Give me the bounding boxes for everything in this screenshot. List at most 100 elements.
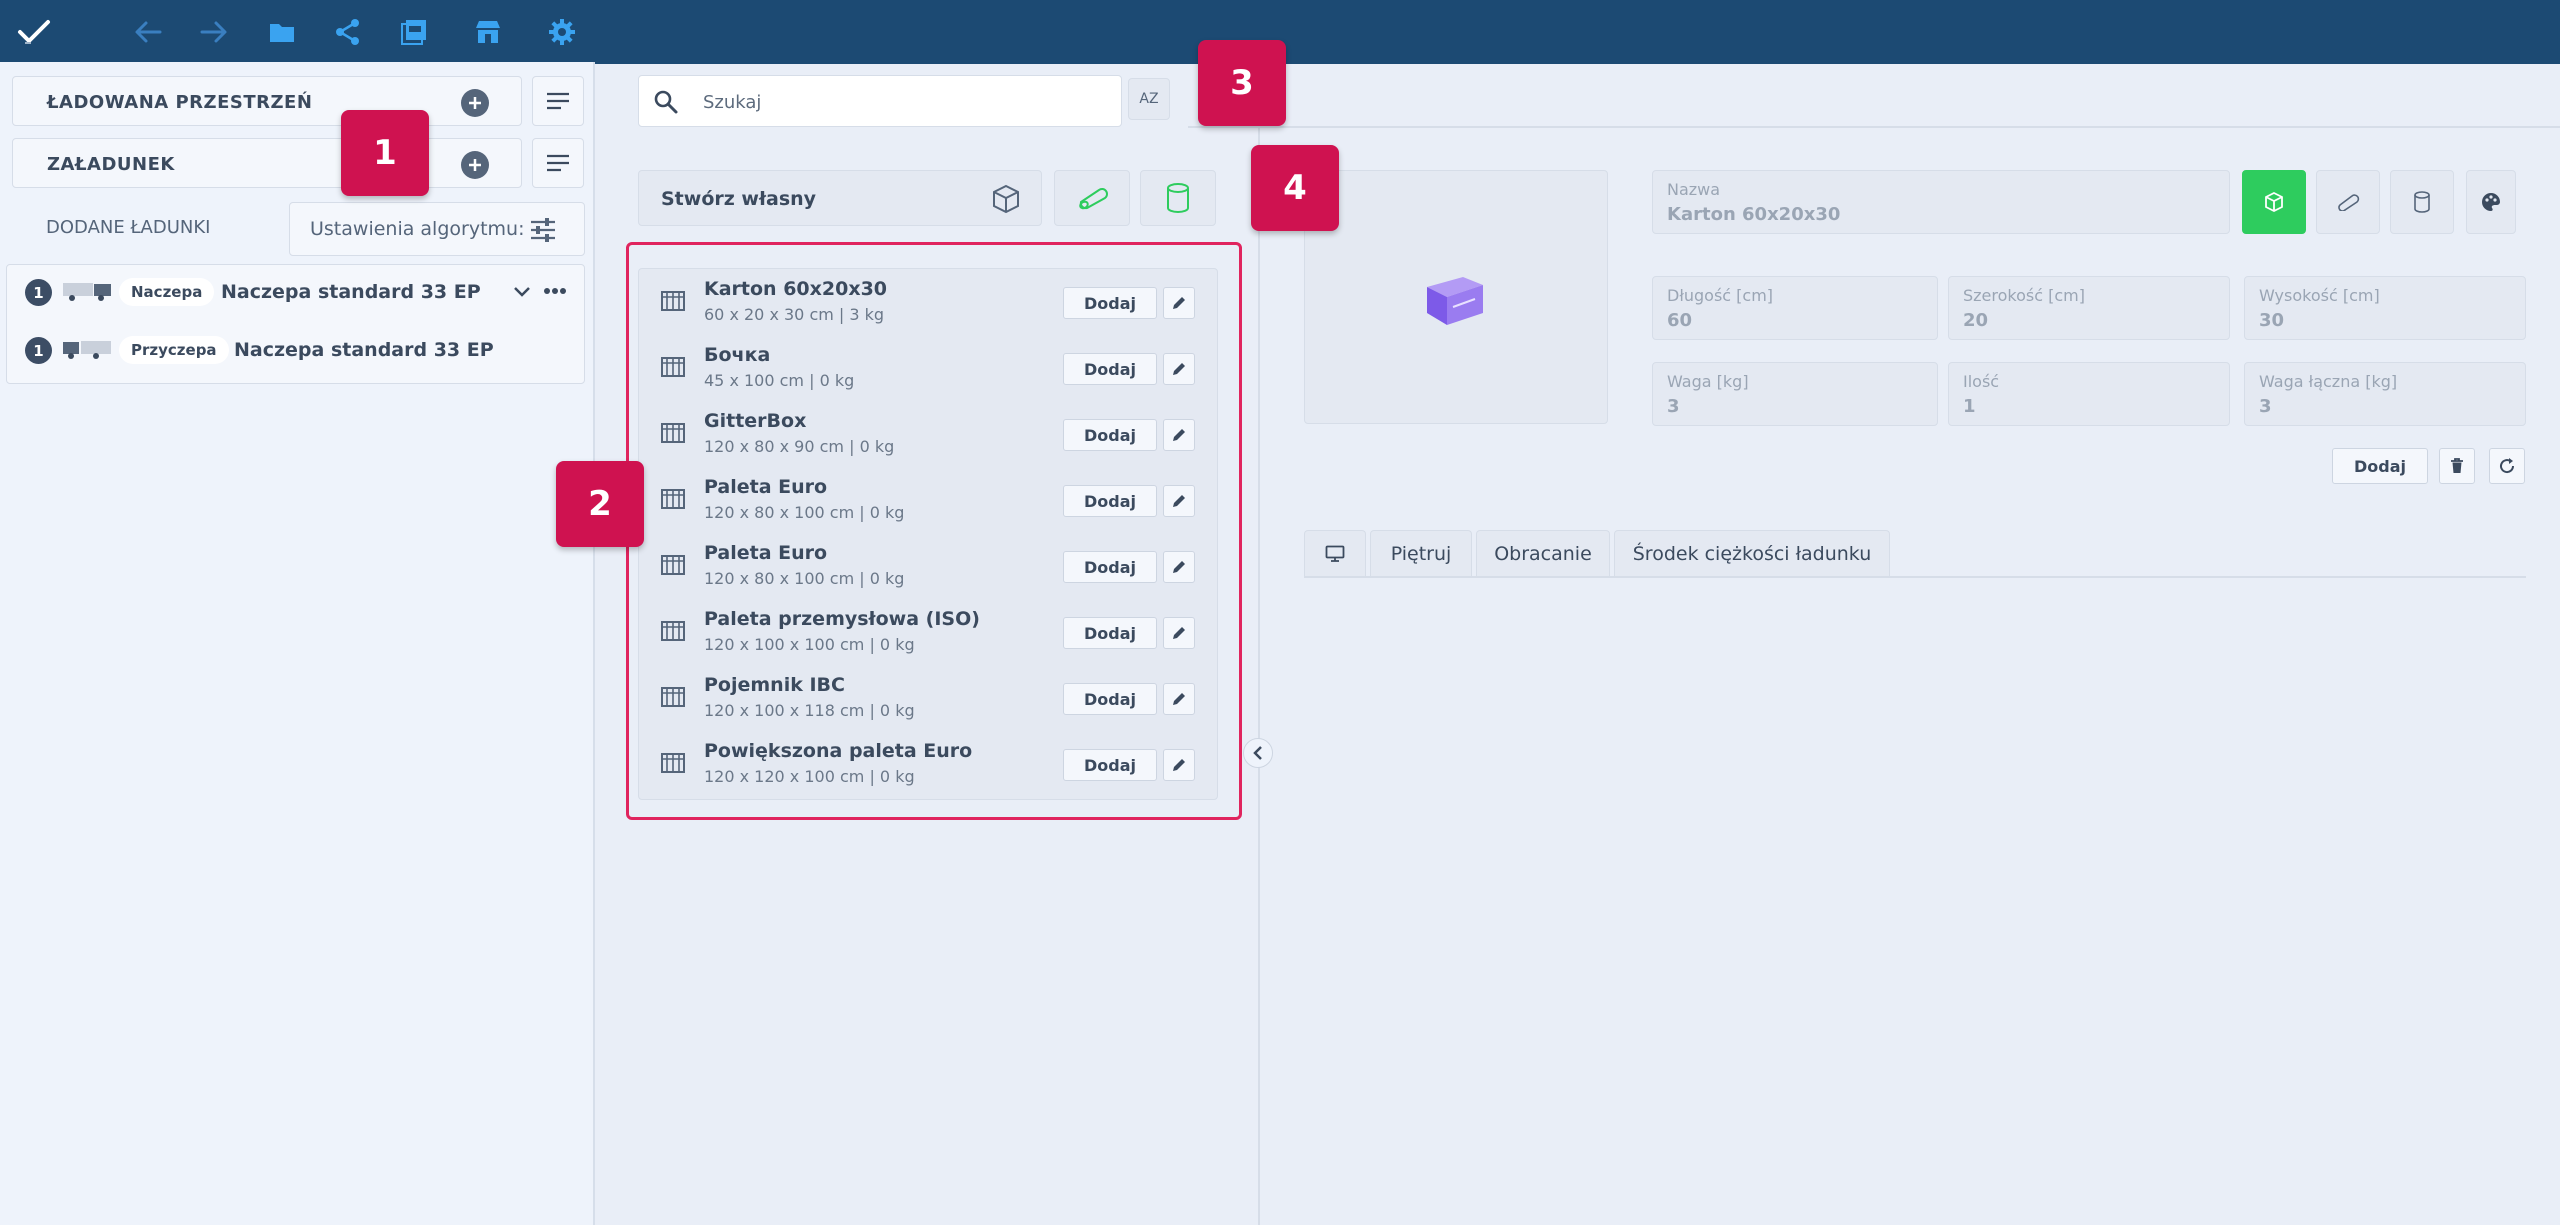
sliders-icon xyxy=(531,218,555,242)
length-field[interactable]: Długość [cm] 60 xyxy=(1652,276,1938,340)
weight-field[interactable]: Waga [kg] 3 xyxy=(1652,362,1938,426)
color-picker-button[interactable] xyxy=(2466,170,2516,234)
tab-center-of-gravity[interactable]: Środek ciężkości ładunku xyxy=(1614,530,1890,576)
total-weight-label: Waga łączna [kg] xyxy=(2259,372,2398,391)
total-weight-field[interactable]: Waga łączna [kg] 3 xyxy=(2244,362,2526,426)
count-badge: 1 xyxy=(25,279,52,306)
edit-item-button[interactable] xyxy=(1163,419,1195,451)
add-item-button[interactable]: Dodaj xyxy=(1063,551,1157,583)
add-item-button[interactable]: Dodaj xyxy=(1063,485,1157,517)
pallet-icon xyxy=(661,291,685,311)
chevron-down-icon[interactable] xyxy=(513,286,531,298)
collapse-panel-button[interactable] xyxy=(1243,738,1273,768)
name-field[interactable]: Nazwa Karton 60x20x30 xyxy=(1652,170,2230,234)
search-field[interactable] xyxy=(638,75,1122,127)
width-field[interactable]: Szerokość [cm] 20 xyxy=(1948,276,2230,340)
add-item-button[interactable]: Dodaj xyxy=(1063,749,1157,781)
length-label: Długość [cm] xyxy=(1667,286,1774,305)
checkmark-icon[interactable] xyxy=(14,12,54,52)
chevron-left-icon xyxy=(1253,746,1262,760)
algorithm-settings-button[interactable]: Ustawienia algorytmu: xyxy=(289,202,585,256)
box-icon xyxy=(2265,191,2283,213)
add-cargo-button[interactable] xyxy=(461,151,489,179)
tab-preview[interactable] xyxy=(1304,530,1366,576)
left-panel: ŁADOWANA PRZESTRZEŃ ZAŁADUNEK DODANE ŁAD… xyxy=(0,62,595,1225)
item-name: Pojemnik IBC xyxy=(704,674,845,696)
carton-box-icon xyxy=(1427,277,1483,325)
item-preview xyxy=(1304,170,1608,424)
add-space-button[interactable] xyxy=(461,89,489,117)
roll-shape-toggle[interactable] xyxy=(2316,170,2380,234)
callout-badge-1: 1 xyxy=(341,110,429,196)
load-name: Naczepa standard 33 EP xyxy=(221,281,481,303)
list-item[interactable]: Pojemnik IBC 120 x 100 x 118 cm | 0 kg D… xyxy=(639,665,1217,731)
edit-item-button[interactable] xyxy=(1163,551,1195,583)
reset-button[interactable] xyxy=(2489,448,2525,484)
pdf-icon[interactable] xyxy=(394,12,434,52)
undo-arrow-icon[interactable] xyxy=(128,12,168,52)
list-item[interactable]: GitterBox 120 x 80 x 90 cm | 0 kg Dodaj xyxy=(639,401,1217,467)
list-item[interactable]: Paleta Euro 120 x 80 x 100 cm | 0 kg Dod… xyxy=(639,467,1217,533)
pencil-icon xyxy=(1173,759,1185,771)
weight-label: Waga [kg] xyxy=(1667,372,1749,391)
added-loads-label: DODANE ŁADUNKI xyxy=(46,217,211,238)
edit-item-button[interactable] xyxy=(1163,617,1195,649)
tabs-underline xyxy=(1304,576,2526,578)
tab-rotation[interactable]: Obracanie xyxy=(1476,530,1610,576)
list-item[interactable]: Бочка 45 x 100 cm | 0 kg Dodaj xyxy=(639,335,1217,401)
more-options-icon[interactable] xyxy=(543,287,567,295)
item-name: Powiększona paleta Euro xyxy=(704,740,973,762)
panel-divider xyxy=(1258,128,1260,1225)
gear-icon[interactable] xyxy=(542,12,582,52)
trailer-type-pill: Naczepa xyxy=(119,278,215,306)
load-row[interactable]: 1 Przyczepa Naczepa standard 33 EP xyxy=(19,333,569,367)
pencil-icon xyxy=(1173,363,1185,375)
sort-az-label: AZ xyxy=(1139,91,1159,107)
add-item-button[interactable]: Dodaj xyxy=(1063,683,1157,715)
space-menu-button[interactable] xyxy=(532,76,584,126)
tab-stack[interactable]: Piętruj xyxy=(1370,530,1472,576)
list-item[interactable]: Powiększona paleta Euro 120 x 120 x 100 … xyxy=(639,731,1217,797)
box-shape-toggle[interactable] xyxy=(2242,170,2306,234)
cargo-menu-button[interactable] xyxy=(532,138,584,188)
folder-icon[interactable] xyxy=(262,12,302,52)
search-input[interactable] xyxy=(703,89,1103,115)
item-dimensions: 120 x 100 x 100 cm | 0 kg xyxy=(704,635,915,654)
cylinder-shape-button[interactable] xyxy=(1140,170,1216,226)
add-item-button[interactable]: Dodaj xyxy=(1063,419,1157,451)
item-name: GitterBox xyxy=(704,410,807,432)
pallet-icon xyxy=(661,555,685,575)
loaded-space-section[interactable]: ŁADOWANA PRZESTRZEŃ xyxy=(12,76,522,126)
height-field[interactable]: Wysokość [cm] 30 xyxy=(2244,276,2526,340)
add-item-button[interactable]: Dodaj xyxy=(1063,617,1157,649)
share-icon[interactable] xyxy=(328,12,368,52)
redo-arrow-icon[interactable] xyxy=(194,12,234,52)
list-item[interactable]: Paleta przemysłowa (ISO) 120 x 100 x 100… xyxy=(639,599,1217,665)
item-dimensions: 60 x 20 x 30 cm | 3 kg xyxy=(704,305,885,324)
quantity-field[interactable]: Ilość 1 xyxy=(1948,362,2230,426)
list-item[interactable]: Karton 60x20x30 60 x 20 x 30 cm | 3 kg D… xyxy=(639,269,1217,335)
edit-item-button[interactable] xyxy=(1163,683,1195,715)
roll-icon xyxy=(1079,188,1108,210)
store-icon[interactable] xyxy=(468,12,508,52)
list-item[interactable]: Paleta Euro 120 x 80 x 100 cm | 0 kg Dod… xyxy=(639,533,1217,599)
add-to-load-button[interactable]: Dodaj xyxy=(2332,448,2428,484)
load-row[interactable]: 1 Naczepa Naczepa standard 33 EP xyxy=(19,275,569,309)
roll-shape-button[interactable] xyxy=(1054,170,1130,226)
add-item-button[interactable]: Dodaj xyxy=(1063,287,1157,319)
edit-item-button[interactable] xyxy=(1163,749,1195,781)
cylinder-shape-toggle[interactable] xyxy=(2390,170,2454,234)
cargo-section[interactable]: ZAŁADUNEK xyxy=(12,138,522,188)
edit-item-button[interactable] xyxy=(1163,353,1195,385)
create-custom-button[interactable]: Stwórz własny xyxy=(638,170,1042,226)
trailer-truck-icon xyxy=(63,341,111,359)
pencil-icon xyxy=(1173,297,1185,309)
edit-item-button[interactable] xyxy=(1163,485,1195,517)
sort-az-button[interactable]: AZ xyxy=(1128,78,1170,120)
list-menu-icon xyxy=(547,92,569,110)
edit-item-button[interactable] xyxy=(1163,287,1195,319)
add-item-button[interactable]: Dodaj xyxy=(1063,353,1157,385)
load-name: Naczepa standard 33 EP xyxy=(234,339,494,361)
delete-button[interactable] xyxy=(2439,448,2475,484)
name-label: Nazwa xyxy=(1667,180,1721,199)
